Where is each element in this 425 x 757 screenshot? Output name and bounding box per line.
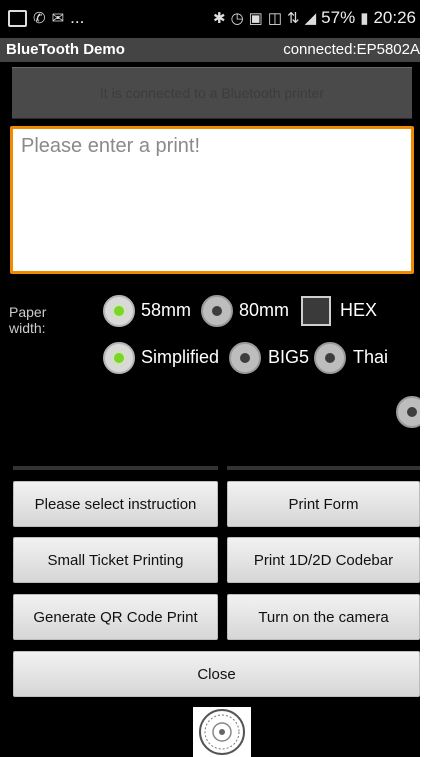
clock: 20:26 [373, 8, 416, 27]
radio-58mm[interactable] [103, 295, 135, 327]
image-icon [8, 9, 27, 27]
signal-icon: ◢ [304, 10, 317, 27]
radio-80mm-dot [212, 306, 222, 316]
radio-simplified-dot [114, 353, 124, 363]
status-bar-left: ✆ ✉ ... [8, 8, 84, 28]
app-screen: ✆ ✉ ... ✱ ◷ ▣ ◫ ⇅ ◢ 57% ▮ 20:26 BlueToot… [0, 0, 420, 757]
whatsapp-icon: ✆ [33, 10, 46, 27]
radio-thai-label: Thai [353, 347, 389, 367]
print-form-button[interactable]: Print Form [227, 481, 420, 527]
status-bar: ✆ ✉ ... ✱ ◷ ▣ ◫ ⇅ ◢ 57% ▮ 20:26 [0, 0, 420, 38]
alarm-icon: ◷ [230, 10, 244, 27]
radio-thai[interactable] [314, 342, 346, 374]
hex-checkbox[interactable] [301, 296, 331, 326]
hex-label: HEX [340, 300, 378, 320]
print-text-input[interactable] [10, 126, 414, 274]
message-icon: ✉ [51, 10, 65, 27]
qr-code-print-button[interactable]: Generate QR Code Print [13, 594, 218, 640]
radio-big5-label: BIG5 [268, 347, 310, 367]
radio-big5[interactable] [229, 342, 261, 374]
camera-button[interactable]: Turn on the camera [227, 594, 420, 640]
signal-box-icon: ◫ [267, 10, 283, 27]
radio-58mm-label: 58mm [141, 300, 192, 320]
radio-big5-dot [240, 353, 250, 363]
connection-label: connected:EP5802A [283, 41, 420, 58]
title-bar: BlueTooth Demo connected:EP5802A [0, 38, 420, 62]
separator-left [13, 466, 218, 470]
radio-58mm-dot [114, 306, 124, 316]
more-text: ... [70, 8, 85, 27]
radio-simplified-label: Simplified [141, 347, 220, 367]
bluetooth-icon: ✱ [212, 10, 226, 27]
small-ticket-printing-button[interactable]: Small Ticket Printing [13, 537, 218, 583]
battery-icon: ▮ [360, 10, 369, 27]
radio-partial[interactable] [396, 396, 420, 428]
status-bar-right: ✱ ◷ ▣ ◫ ⇅ ◢ 57% ▮ 20:26 [213, 8, 416, 28]
print-codebar-button[interactable]: Print 1D/2D Codebar [227, 537, 420, 583]
select-instruction-button[interactable]: Please select instruction [13, 481, 218, 527]
paper-width-label: Paper width: [9, 304, 47, 336]
radio-80mm-label: 80mm [239, 300, 290, 320]
sim-icon: ▣ [248, 10, 263, 27]
separator-right [227, 466, 420, 470]
app-title: BlueTooth Demo [6, 41, 125, 58]
radio-thai-dot [325, 353, 335, 363]
connection-status-text: It is connected to a Bluetooth printer [99, 85, 325, 101]
radio-80mm[interactable] [201, 295, 233, 327]
seal-image [193, 707, 251, 757]
close-button[interactable]: Close [13, 651, 420, 697]
connection-status-bar: It is connected to a Bluetooth printer [12, 67, 412, 119]
battery-percent: 57% [321, 8, 356, 27]
radio-simplified[interactable] [103, 342, 135, 374]
radio-partial-dot [407, 407, 417, 417]
data-icon: ⇅ [287, 10, 300, 27]
